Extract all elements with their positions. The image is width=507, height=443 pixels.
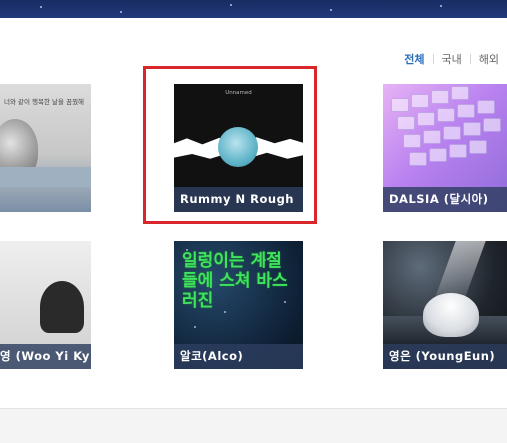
keycap-shape — [457, 104, 475, 118]
artist-name[interactable]: Rummy N Rough — [174, 187, 303, 212]
artist-name[interactable]: 알코(Alco) — [174, 344, 303, 369]
keycap-shape — [483, 118, 501, 132]
artist-card[interactable]: 영 (Woo Yi Ky — [0, 241, 91, 369]
sparkle-decoration — [224, 311, 226, 313]
keycap-shape — [443, 126, 461, 140]
keycap-shape — [411, 94, 429, 108]
keycap-shape — [417, 112, 435, 126]
keycap-shape — [403, 134, 421, 148]
tab-overseas[interactable]: 해외 — [479, 51, 499, 67]
star-decoration — [330, 9, 332, 11]
album-cover-image: 너와 같이 행복한 날을 꿈꿨해 — [0, 84, 91, 212]
region-filter-tabs: 전체 국내 해외 — [404, 51, 499, 67]
tab-divider — [432, 54, 434, 64]
keycap-shape — [463, 122, 481, 136]
star-decoration — [40, 6, 42, 8]
footer-band — [0, 408, 507, 443]
star-decoration — [230, 4, 232, 6]
artist-card-dalsia[interactable]: DALSIA (달시아) — [383, 84, 507, 212]
star-decoration — [120, 11, 122, 13]
artist-name[interactable]: DALSIA (달시아) — [383, 187, 507, 212]
top-banner — [0, 0, 507, 18]
keycap-shape — [477, 100, 495, 114]
dancer-illustration — [423, 293, 479, 337]
keycap-shape — [409, 152, 427, 166]
sparkle-decoration — [194, 326, 196, 328]
cover-title-text: 너와 같이 행복한 날을 꿈꿨해 — [4, 98, 85, 106]
keycap-shape — [451, 86, 469, 100]
cover-lyrics-text: 일렁이는 계절들에 스쳐 바스러진 — [182, 251, 288, 311]
keycap-shape — [469, 140, 487, 154]
artist-name[interactable]: 영은 (YoungEun) — [383, 344, 507, 369]
artist-name[interactable]: 영 (Woo Yi Ky — [0, 344, 91, 369]
keycap-shape — [431, 90, 449, 104]
artist-card-rummy-n-rough[interactable]: Unnamed Rummy N Rough — [174, 84, 303, 212]
keycap-shape — [397, 116, 415, 130]
silhouette-illustration — [40, 281, 84, 333]
artist-card-alco[interactable]: 일렁이는 계절들에 스쳐 바스러진 알코(Alco) — [174, 241, 303, 369]
star-decoration — [440, 5, 442, 7]
keycap-shape — [423, 130, 441, 144]
keycap-shape — [429, 148, 447, 162]
artist-card-youngeun[interactable]: 영은 (YoungEun) — [383, 241, 507, 369]
keycap-shape — [449, 144, 467, 158]
snow-ground — [0, 167, 91, 187]
artist-card[interactable]: 너와 같이 행복한 날을 꿈꿨해 — [0, 84, 91, 212]
tab-domestic[interactable]: 국내 — [442, 51, 462, 67]
tab-all[interactable]: 전체 — [404, 51, 424, 67]
tab-divider — [469, 54, 471, 64]
cover-title-text: Unnamed — [225, 90, 252, 96]
moon-illustration — [218, 127, 258, 167]
keycap-shape — [437, 108, 455, 122]
keycap-shape — [391, 98, 409, 112]
